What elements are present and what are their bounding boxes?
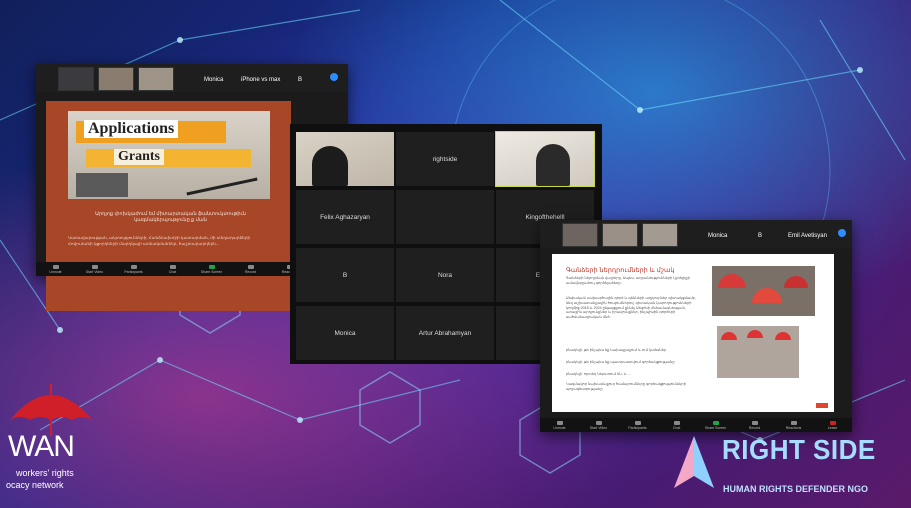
chat-button[interactable]: Chat xyxy=(666,420,688,430)
camera-icon xyxy=(91,264,98,269)
participant-strip: Monica B Emil Avetisyan xyxy=(540,220,852,248)
microphone-icon xyxy=(556,420,563,425)
slide-photo: Applications Grants xyxy=(68,111,270,199)
slide-bullet: բնակելի, թե ինչպես եք պատրաստվում գործակ… xyxy=(566,360,675,364)
slide-bullet: բնակելի, թե ինչպես եք նախաքայլում և ում … xyxy=(566,348,667,352)
leave-icon xyxy=(829,420,836,425)
wan-wordmark: WAN xyxy=(8,430,75,463)
chat-button[interactable]: Chat xyxy=(162,264,184,274)
video-tile[interactable]: Felix Aghazaryan xyxy=(296,190,394,244)
march-photo xyxy=(717,326,799,378)
participant-name: B xyxy=(758,233,763,239)
slide-body: Կառավարության, ակտությունների, Հանձնախմբ… xyxy=(68,235,251,246)
people-icon xyxy=(130,264,137,269)
mute-button[interactable]: Unmute xyxy=(45,264,67,274)
video-button[interactable]: Start Video xyxy=(588,420,610,430)
wan-tagline: ocacy network xyxy=(6,480,64,490)
mute-button[interactable]: Unmute xyxy=(549,420,571,430)
wan-logo: WAN workers' rights ocacy network xyxy=(4,376,100,500)
folder-label: Applications xyxy=(84,120,179,138)
smiley-icon xyxy=(790,420,797,425)
slide-heading: Գանձերի ներդրումների և մշակ xyxy=(566,267,675,274)
participant-thumbnail[interactable] xyxy=(98,67,134,91)
share-screen-button[interactable]: Share Screen xyxy=(201,264,223,274)
umbrella-shape xyxy=(784,276,808,288)
participant-silhouette xyxy=(312,146,348,186)
background-poster: Monica iPhone vs max B Applications Gran… xyxy=(0,0,911,508)
meeting-controls: Unmute Start Video Participants Chat Sha… xyxy=(540,418,852,432)
participant-name: Monica xyxy=(708,233,728,239)
slide-caption: Արդյոք փոխկաժում եմ միտարտական ֆանտուկտո… xyxy=(95,211,246,223)
participant-thumbnail[interactable] xyxy=(138,67,174,91)
camera-icon xyxy=(595,420,602,425)
share-screen-button[interactable]: Share Screen xyxy=(705,420,727,430)
umbrella-shape xyxy=(752,288,782,303)
slide-logo-badge xyxy=(816,403,828,408)
chevron-icon[interactable] xyxy=(330,73,338,81)
video-tile[interactable]: Nora xyxy=(396,248,494,302)
slide-paragraph: Սեփական ասխարհային գործ և գենների աղբյու… xyxy=(566,296,696,320)
record-icon xyxy=(751,420,758,425)
share-icon xyxy=(208,264,215,269)
right-side-subtitle: HUMAN RIGHTS DEFENDER NGO xyxy=(723,484,869,494)
video-tile[interactable]: rightside xyxy=(396,132,494,186)
shared-slide: Applications Grants Արդյոք փոխկաժում եմ … xyxy=(46,101,291,311)
video-tile-active-speaker[interactable] xyxy=(495,131,595,187)
participants-button[interactable]: Participants xyxy=(627,420,649,430)
right-side-title: RIGHT SIDE xyxy=(722,434,876,465)
video-tile[interactable]: Monica xyxy=(296,306,394,360)
video-tile[interactable]: Artur Abrahamyan xyxy=(396,306,494,360)
umbrella-icon xyxy=(10,384,92,436)
umbrella-shape xyxy=(718,274,746,288)
microphone-icon xyxy=(52,264,59,269)
umbrella-shape xyxy=(721,332,737,340)
participant-strip: Monica iPhone vs max B xyxy=(36,64,348,92)
umbrella-protest-photo xyxy=(712,266,815,316)
video-tile[interactable]: B xyxy=(296,248,394,302)
video-button[interactable]: Start Video xyxy=(84,264,106,274)
zoom-window-right: Monica B Emil Avetisyan Գանձերի ներդրում… xyxy=(540,220,852,432)
participants-button[interactable]: Participants xyxy=(123,264,145,274)
participant-thumbnail[interactable] xyxy=(602,223,638,247)
arrow-logo-icon xyxy=(674,436,714,488)
slide-bullet: Կազմավոր նախամաքուր համարումները գործակց… xyxy=(566,382,686,391)
umbrella-shape xyxy=(747,330,763,338)
record-icon xyxy=(247,264,254,269)
slide-bullet: բնակելի՝ որտեղ ներառում են, և ... xyxy=(566,372,631,376)
pen-icon xyxy=(186,177,258,196)
participant-thumbnail[interactable] xyxy=(58,67,94,91)
reactions-button[interactable]: Reactions xyxy=(783,420,805,430)
chat-icon xyxy=(673,420,680,425)
umbrella-shape xyxy=(775,332,791,340)
participant-name: iPhone vs max xyxy=(241,77,281,83)
calculator-icon xyxy=(76,173,128,197)
people-icon xyxy=(634,420,641,425)
participant-name: Monica xyxy=(204,77,224,83)
leave-button[interactable]: Leave xyxy=(822,420,844,430)
chevron-icon[interactable] xyxy=(838,229,846,237)
video-tile[interactable] xyxy=(296,132,394,186)
chat-icon xyxy=(169,264,176,269)
folder-label: Grants xyxy=(114,149,164,165)
share-icon xyxy=(712,420,719,425)
video-tile[interactable] xyxy=(396,190,494,244)
participant-name: Emil Avetisyan xyxy=(788,233,827,239)
participant-thumbnail[interactable] xyxy=(642,223,678,247)
participant-silhouette xyxy=(536,144,570,186)
wan-tagline: workers' rights xyxy=(16,468,74,478)
slide-paragraph: Գանձերի ներդրման վայրերը, Սպես- ադրանութ… xyxy=(566,276,690,285)
participant-name: B xyxy=(298,77,303,83)
record-button[interactable]: Record xyxy=(744,420,766,430)
participant-thumbnail[interactable] xyxy=(562,223,598,247)
record-button[interactable]: Record xyxy=(240,264,262,274)
folder-grants xyxy=(86,149,251,167)
shared-slide: Գանձերի ներդրումների և մշակ Գանձերի ներդ… xyxy=(552,254,834,412)
